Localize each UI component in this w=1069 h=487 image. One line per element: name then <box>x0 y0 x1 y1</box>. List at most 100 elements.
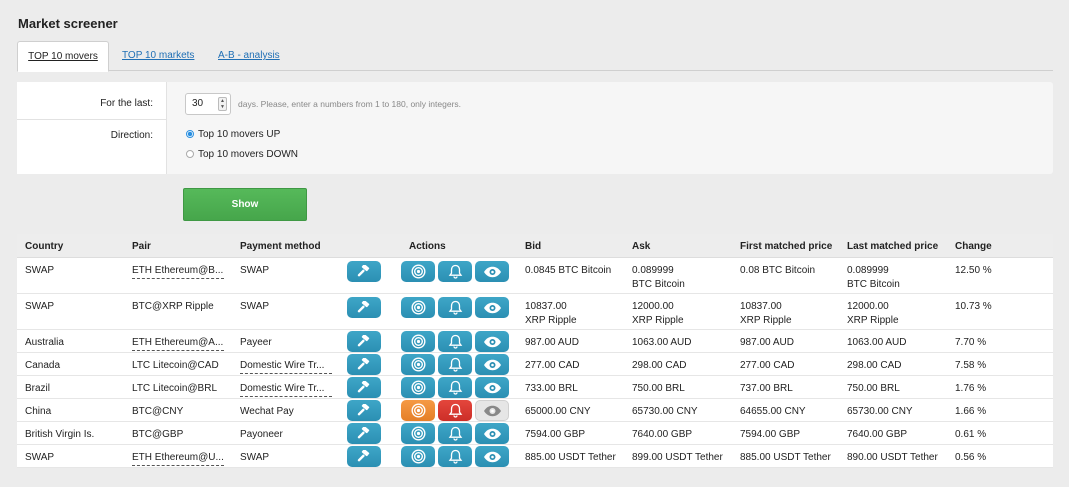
watch-button[interactable] <box>475 297 509 318</box>
track-button[interactable] <box>401 377 435 398</box>
trade-button[interactable] <box>347 446 381 467</box>
radio-top-down[interactable]: Top 10 movers DOWN <box>186 149 298 160</box>
track-button[interactable] <box>401 354 435 375</box>
gavel-icon <box>356 426 372 441</box>
show-button[interactable]: Show <box>183 188 307 221</box>
payment-cell-text: Payeer <box>240 337 272 348</box>
pair-cell-text: BTC@GBP <box>132 429 184 440</box>
alert-button[interactable] <box>438 261 472 282</box>
change-cell: 7.58 % <box>955 360 987 371</box>
last-cell: 750.00 BRL <box>847 382 900 396</box>
pair-cell-text[interactable]: ETH Ethereum@A... <box>132 336 224 351</box>
eye-icon <box>483 302 502 314</box>
last-value: 890.00 USDT Tether <box>847 452 938 463</box>
eye-icon <box>483 428 502 440</box>
trade-button[interactable] <box>347 377 381 398</box>
target-icon <box>410 403 426 418</box>
change-cell: 0.61 % <box>955 429 987 440</box>
ask-cell: 750.00 BRL <box>632 382 685 396</box>
payment-cell-text: Payoneer <box>240 429 283 440</box>
ask-cell: 7640.00 GBP <box>632 428 692 442</box>
pair-cell-text[interactable]: ETH Ethereum@U... <box>132 451 224 466</box>
trade-button[interactable] <box>347 297 381 318</box>
target-icon <box>410 449 426 464</box>
alert-button[interactable] <box>438 331 472 352</box>
direction-label: Direction: <box>110 130 153 141</box>
spinner-arrows-icon[interactable]: ▲ ▼ <box>218 97 227 111</box>
track-button[interactable] <box>401 423 435 444</box>
alert-button[interactable] <box>438 297 472 318</box>
tab-top-10-markets[interactable]: TOP 10 markets <box>122 41 194 71</box>
pair-cell: LTC Litecoin@BRL <box>132 382 217 396</box>
alert-button[interactable] <box>438 377 472 398</box>
alert-button[interactable] <box>438 400 472 421</box>
watch-button[interactable] <box>475 331 509 352</box>
track-button[interactable] <box>401 297 435 318</box>
pair-cell-text: LTC Litecoin@CAD <box>132 360 219 371</box>
alert-button[interactable] <box>438 446 472 467</box>
last-cell: 0.089999 BTC Bitcoin <box>847 264 900 292</box>
watch-button[interactable] <box>475 400 509 421</box>
header-bid: Bid <box>525 241 542 252</box>
payment-cell-text[interactable]: Domestic Wire Tr... <box>240 359 332 374</box>
eye-icon <box>483 336 502 348</box>
payment-cell: Wechat Pay <box>240 405 294 419</box>
eye-icon <box>483 405 502 417</box>
alert-button[interactable] <box>438 423 472 444</box>
table-row: Brazil 1.76 % LTC Litecoin@BRL Domestic Wir… <box>17 376 1053 399</box>
track-button[interactable] <box>401 400 435 421</box>
bid-cell: 733.00 BRL <box>525 382 578 396</box>
trade-button[interactable] <box>347 261 381 282</box>
watch-button[interactable] <box>475 423 509 444</box>
payment-cell-text[interactable]: Domestic Wire Tr... <box>240 382 332 397</box>
eye-icon <box>483 382 502 394</box>
track-button[interactable] <box>401 261 435 282</box>
watch-button[interactable] <box>475 446 509 467</box>
tab-a-b-analysis[interactable]: A-B - analysis <box>218 41 280 71</box>
watch-button[interactable] <box>475 261 509 282</box>
trade-button[interactable] <box>347 331 381 352</box>
first-cell: 7594.00 GBP <box>740 428 800 442</box>
radio-top-up[interactable]: Top 10 movers UP <box>186 129 280 140</box>
bid-value: 10837.00 <box>525 301 567 312</box>
change-cell: 1.76 % <box>955 383 987 394</box>
header-ask: Ask <box>632 241 651 252</box>
pair-cell[interactable]: ETH Ethereum@U... <box>132 451 224 471</box>
ask-value: 899.00 USDT Tether <box>632 452 723 463</box>
table-row: British Virgin Is. 0.61 % BTC@GBP Payoneer 7… <box>17 422 1053 445</box>
trade-button[interactable] <box>347 354 381 375</box>
first-value: 987.00 AUD <box>740 337 794 348</box>
first-value: 64655.00 CNY <box>740 406 806 417</box>
pair-cell[interactable]: ETH Ethereum@B... <box>132 264 224 284</box>
first-cell: 64655.00 CNY <box>740 405 806 419</box>
track-button[interactable] <box>401 446 435 467</box>
watch-button[interactable] <box>475 354 509 375</box>
alert-button[interactable] <box>438 354 472 375</box>
first-cell: 277.00 CAD <box>740 359 794 373</box>
table-row: SWAP 10.73 % BTC@XRP Ripple SWAP 10837.00 XRP… <box>17 294 1053 330</box>
pair-cell: BTC@CNY <box>132 405 183 419</box>
days-input[interactable]: 30 ▲ ▼ <box>185 93 231 115</box>
first-cell: 0.08 BTC Bitcoin <box>740 264 815 278</box>
last-cell: 298.00 CAD <box>847 359 901 373</box>
trade-button[interactable] <box>347 400 381 421</box>
movers-table: Country Pair Payment method Actions Bid … <box>17 234 1053 468</box>
radio-checked-icon[interactable] <box>186 130 194 138</box>
tab-top-10-movers[interactable]: TOP 10 movers <box>17 41 109 72</box>
tab-bar: TOP 10 movers TOP 10 markets A-B - analy… <box>17 41 1053 72</box>
watch-button[interactable] <box>475 377 509 398</box>
first-cell: 885.00 USDT Tether <box>740 451 831 465</box>
country-cell: China <box>25 406 52 417</box>
bell-icon <box>448 380 463 395</box>
trade-button[interactable] <box>347 423 381 444</box>
table-header: Country Pair Payment method Actions Bid … <box>17 234 1053 258</box>
bid-value: 0.0845 BTC Bitcoin <box>525 265 612 276</box>
country-cell: British Virgin Is. <box>25 429 95 440</box>
pair-cell-text[interactable]: ETH Ethereum@B... <box>132 264 224 279</box>
track-button[interactable] <box>401 331 435 352</box>
change-cell: 0.56 % <box>955 452 987 463</box>
table-body: SWAP 12.50 % ETH Ethereum@B... SWAP 0.0845 B… <box>17 258 1053 468</box>
table-row: SWAP 0.56 % ETH Ethereum@U... SWAP 885.00 US… <box>17 445 1053 468</box>
radio-unchecked-icon[interactable] <box>186 150 194 158</box>
bid-cell: 0.0845 BTC Bitcoin <box>525 264 611 278</box>
